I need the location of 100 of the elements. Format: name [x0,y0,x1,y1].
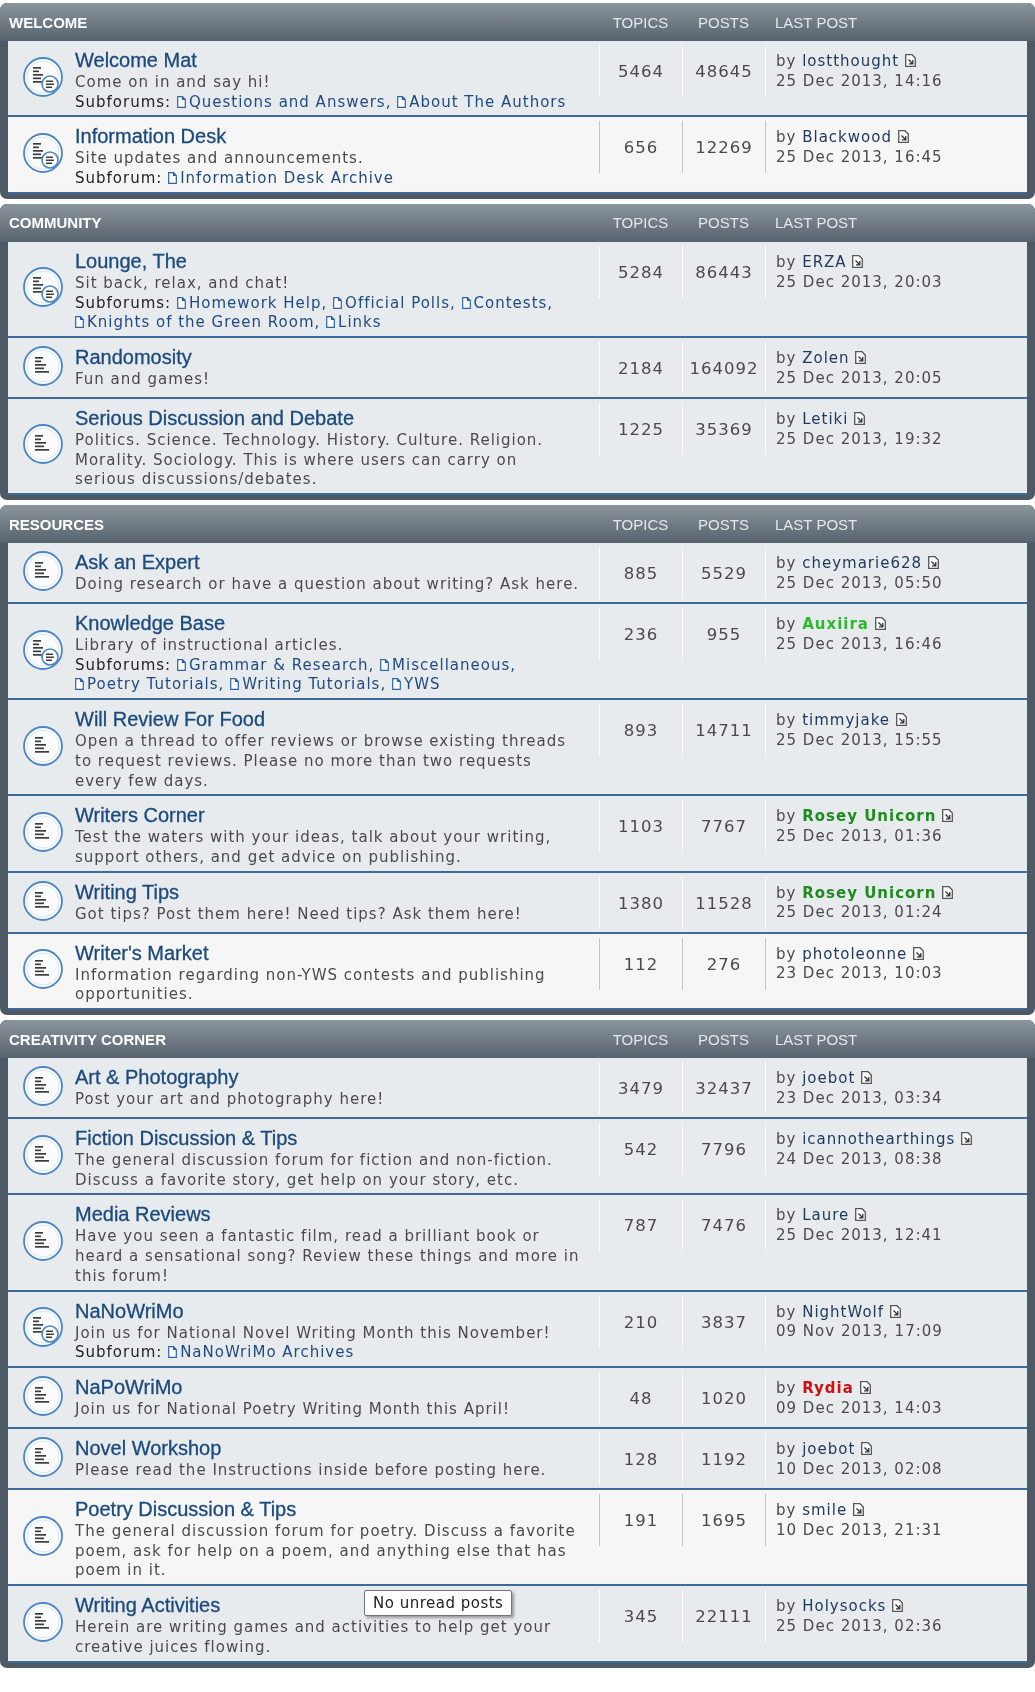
forum-title-link[interactable]: Writing Activities [75,1594,221,1617]
category-title-link[interactable]: RESOURCES [9,515,105,533]
author-link[interactable]: ERZA [802,252,847,271]
column-header: LAST POST [775,515,858,533]
author-link[interactable]: joebot [802,1440,856,1458]
page-arrow-icon[interactable] [927,556,940,570]
circle-documents-icon [23,267,63,308]
author-link[interactable]: NightWolf [802,1302,885,1321]
author-link[interactable]: Rydia [802,1379,854,1397]
page-arrow-icon[interactable] [942,809,955,823]
by-label: by [776,1440,797,1458]
author-link[interactable]: timmyjake [802,711,891,730]
forum-title-link[interactable]: Lounge, The [75,249,187,272]
author-link[interactable]: Blackwood [802,128,892,147]
page-arrow-icon[interactable] [895,713,908,727]
page-arrow-icon[interactable] [961,1132,974,1146]
page-arrow-icon[interactable] [892,1599,905,1613]
page-arrow-icon[interactable] [855,1208,868,1222]
forum-title-link[interactable]: NaPoWriMo [75,1376,183,1398]
topic-count: 2184 [618,358,664,378]
author-link[interactable]: icannothearthings [802,1130,956,1149]
post-date: 25 Dec 2013, 16:46 [776,634,943,653]
circle-document-icon [23,1376,63,1416]
subforum-link[interactable]: NaNoWriMo Archives [168,1343,355,1362]
category-title-link[interactable]: COMMUNITY [9,214,102,232]
page-arrow-icon[interactable] [897,130,910,144]
subforum-link[interactable]: Grammar & Research, [176,655,375,674]
topic-count: 542 [623,1140,659,1160]
author-link[interactable]: cheymarie628 [802,554,923,573]
subforum-link[interactable]: Homework Help, [176,293,328,312]
forum-title-link[interactable]: Information Desk [75,125,227,148]
subforum-link[interactable]: Miscellaneous, [380,655,517,674]
subforums-label: Subforums: [75,293,172,312]
forum-description: The general discussion forum for fiction and non-fiction. Discuss a favorite story, get help on your story, etc. [75,1151,554,1191]
forum-title-link[interactable]: Art & Photography [75,1066,239,1089]
category-title-link[interactable]: CREATIVITY CORNER [9,1030,166,1048]
forum-title-link[interactable]: Writers Corner [75,804,205,827]
author-link[interactable]: Rosey Unicorn [802,807,937,826]
forum-title-link[interactable]: Ask an Expert [75,551,200,574]
author-link[interactable]: Letiki [802,409,849,428]
forum-title-link[interactable]: NaNoWriMo [75,1299,184,1322]
author-link[interactable]: photoleonne [802,944,908,963]
page-arrow-icon[interactable] [913,946,926,960]
forum-title-link[interactable]: Writing Tips [75,880,180,903]
forum-title-link[interactable]: Fiction Discussion & Tips [75,1127,298,1150]
topic-count: 3479 [618,1079,664,1099]
subforum-link[interactable]: Writing Tutorials, [230,675,387,694]
subforum-link[interactable]: YWS [392,675,441,694]
page-arrow-icon[interactable] [861,1442,874,1455]
page-arrow-icon[interactable] [889,1304,902,1318]
page-arrow-icon[interactable] [859,1381,872,1394]
column-header: TOPICS [612,1030,669,1048]
author-link[interactable]: Laure [802,1206,850,1225]
subforums-label: Subforum: [75,169,163,188]
page-arrow-icon[interactable] [905,54,917,67]
subforum-link[interactable]: Questions and Answers, [176,92,392,111]
forum-title-link[interactable]: Serious Discussion and Debate [75,406,355,429]
forum-title-link[interactable]: Media Reviews [75,1203,211,1226]
post-date: 25 Dec 2013, 16:45 [776,148,943,167]
author-link[interactable]: lostthought [802,52,900,70]
forum-title-link[interactable]: Randomosity [75,345,192,368]
page-arrow-icon[interactable] [852,254,865,268]
page-arrow-icon[interactable] [942,885,955,899]
subforums-label: Subforums: [75,655,172,674]
page-arrow-icon[interactable] [874,617,887,631]
forum-title-link[interactable]: Poetry Discussion & Tips [75,1498,297,1520]
circle-document-icon [23,424,63,465]
page-arrow-icon[interactable] [861,1071,874,1085]
by-label: by [776,944,797,963]
author-link[interactable]: smile [802,1501,848,1519]
subforum-link[interactable]: Contests, [461,293,554,312]
author-link[interactable]: Zolen [802,348,850,367]
page-icon [333,296,343,309]
post-count: 7796 [701,1140,747,1160]
subforum-link[interactable]: Links [326,313,382,332]
subforum-link[interactable]: Information Desk Archive [168,169,394,188]
category-title-link[interactable]: WELCOME [9,13,88,31]
subforum-link[interactable]: Poetry Tutorials, [75,675,225,694]
author-link[interactable]: Holysocks [802,1597,887,1616]
forum-title-link[interactable]: Writer's Market [75,941,209,964]
circle-document-icon [23,880,63,921]
page-arrow-icon[interactable] [854,411,867,425]
forum-title-link[interactable]: Knowledge Base [75,612,226,635]
forum-description: Information regarding non-YWS contests and publishing opportunities. [75,965,547,1006]
forum-title-link[interactable]: Will Review For Food [75,708,266,731]
author-link[interactable]: Rosey Unicorn [802,883,937,902]
subforum-link[interactable]: Official Polls, [333,293,456,312]
forum-title-link[interactable]: Novel Workshop [75,1437,222,1459]
page-arrow-icon[interactable] [855,350,868,364]
page-arrow-icon[interactable] [852,1503,865,1516]
subforum-link[interactable]: About The Authors [397,92,567,111]
column-header: TOPICS [612,515,669,533]
topic-count: 1380 [618,893,664,913]
page-icon [397,95,407,108]
forum-title-link[interactable]: Welcome Mat [75,49,197,71]
topic-count: 1103 [618,817,664,837]
by-label: by [776,615,797,634]
author-link[interactable]: joebot [802,1069,856,1088]
subforum-link[interactable]: Knights of the Green Room, [75,313,321,332]
by-label: by [776,409,797,428]
